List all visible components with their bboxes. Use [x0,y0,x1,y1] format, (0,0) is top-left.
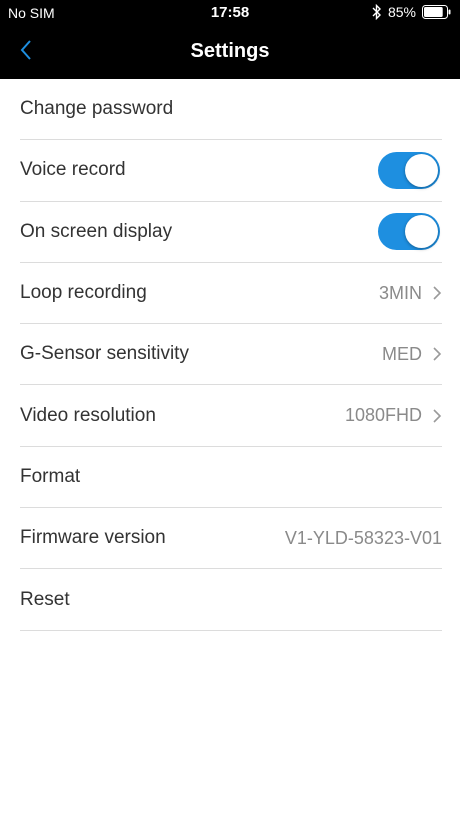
setting-right: 1080FHD [345,405,442,426]
status-bar: No SIM 17:58 85% [0,0,460,26]
setting-firmware-version: Firmware version V1-YLD-58323-V01 [20,508,442,570]
page-title: Settings [190,40,270,62]
on-screen-display-toggle[interactable] [378,213,440,251]
setting-g-sensor-sensitivity[interactable]: G-Sensor sensitivity MED [20,324,442,386]
setting-label: Firmware version [20,527,166,549]
toggle-knob [405,153,438,187]
bluetooth-icon [372,3,382,21]
battery-percent: 85% [387,4,416,20]
setting-video-resolution[interactable]: Video resolution 1080FHD [20,385,442,447]
setting-change-password[interactable]: Change password [20,79,442,141]
battery-icon [422,5,452,19]
setting-label: Reset [20,588,70,610]
setting-reset[interactable]: Reset [20,569,442,631]
chevron-right-icon [432,408,442,424]
status-right: 85% [372,3,452,21]
firmware-version-value: V1-YLD-58323-V01 [284,527,442,548]
toggle-knob [405,215,438,249]
setting-loop-recording[interactable]: Loop recording 3MIN [20,263,442,325]
setting-label: On screen display [20,220,173,242]
voice-record-toggle[interactable] [378,151,440,189]
chevron-right-icon [432,285,442,301]
setting-label: Format [20,465,81,487]
setting-label: Voice record [20,159,126,181]
setting-voice-record: Voice record [20,140,442,202]
setting-on-screen-display: On screen display [20,202,442,263]
setting-value: 1080FHD [344,405,422,426]
setting-value: MED [382,343,422,364]
settings-list: Change password Voice record On screen d… [0,79,460,631]
setting-format[interactable]: Format [20,447,442,509]
setting-label: Change password [20,98,174,120]
setting-right: MED [382,344,442,365]
setting-label: Video resolution [20,404,156,426]
nav-bar: Settings [0,26,460,79]
setting-right: 3MIN [379,283,442,304]
chevron-right-icon [432,346,442,362]
setting-label: Loop recording [20,282,147,304]
top-bar: No SIM 17:58 85% Settings [0,0,460,79]
setting-value: 3MIN [378,282,422,303]
setting-label: G-Sensor sensitivity [20,343,189,365]
